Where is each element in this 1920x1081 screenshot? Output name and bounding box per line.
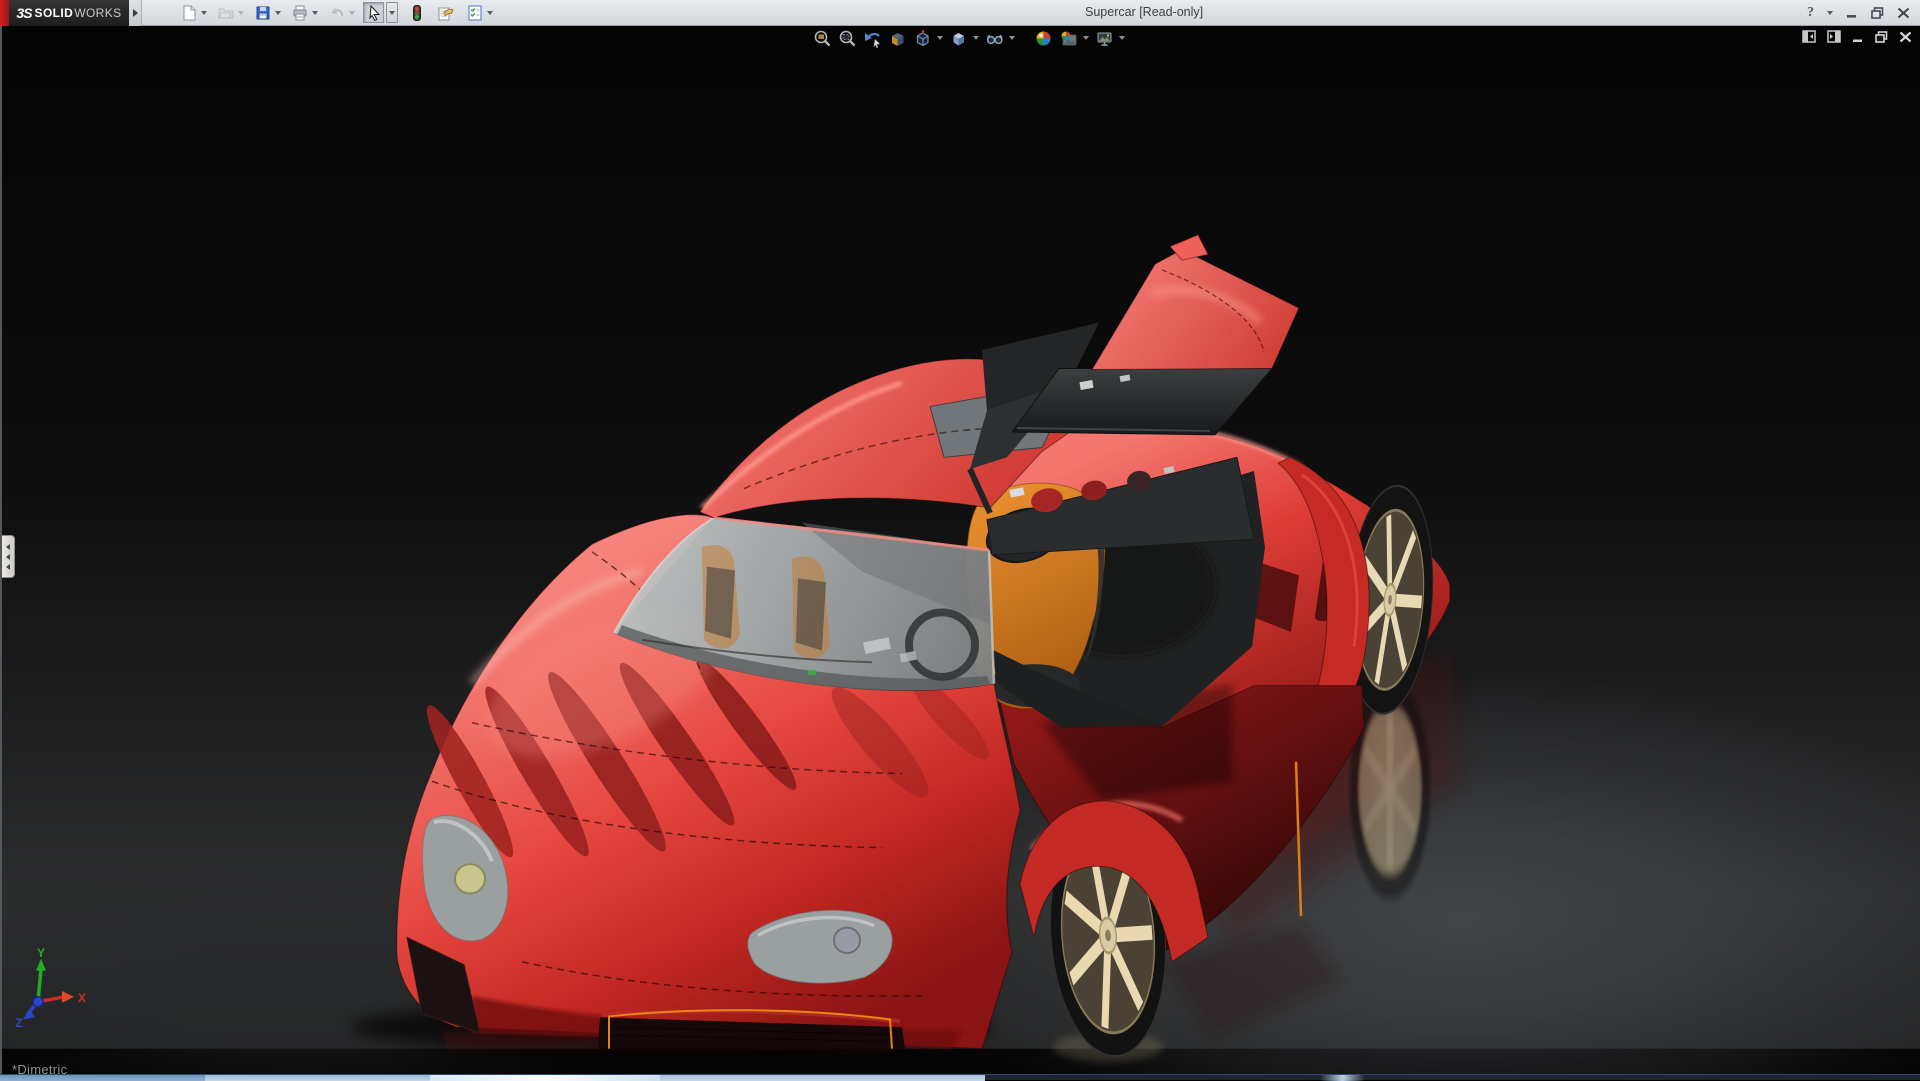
bottom-edge-strip <box>0 1074 1920 1081</box>
previous-view-button[interactable] <box>862 28 882 48</box>
file-properties-icon <box>438 7 454 20</box>
display-style-icon <box>953 32 964 45</box>
view-settings-icon <box>1097 32 1111 46</box>
collapse-arrow-icon <box>6 563 10 570</box>
rebuild-button[interactable] <box>406 2 427 23</box>
appearance-ball-icon <box>1036 31 1050 45</box>
hide-show-items-button[interactable] <box>984 28 1004 48</box>
close-button[interactable] <box>1897 7 1910 19</box>
pane-left-button[interactable] <box>1802 30 1816 43</box>
eyeglasses-icon <box>986 34 1003 44</box>
new-dropdown-arrow[interactable] <box>201 10 207 15</box>
triad-origin <box>32 996 44 1008</box>
triad-z-label: Z <box>15 1016 22 1030</box>
file-properties-button[interactable] <box>435 2 456 23</box>
open-folder-icon <box>217 8 233 18</box>
document-window-controls <box>1802 30 1912 43</box>
collapse-arrow-icon <box>6 543 10 550</box>
supercar-3d-view[interactable]: Y X Z <box>2 26 1920 1074</box>
previous-view-icon <box>864 32 881 48</box>
restore-button[interactable] <box>1871 7 1884 19</box>
zoom-fit-icon <box>814 30 830 46</box>
brand-red-strip <box>0 0 9 26</box>
printer-icon <box>293 5 306 20</box>
view-orientation-button[interactable] <box>912 28 932 48</box>
open-dropdown-arrow[interactable] <box>238 10 244 15</box>
logo-text-light: WORKS <box>74 5 122 20</box>
undo-button[interactable] <box>326 2 347 23</box>
section-view-button[interactable] <box>887 28 907 48</box>
apply-scene-button[interactable] <box>1058 28 1078 48</box>
save-dropdown-arrow[interactable] <box>275 10 281 15</box>
triad-y-label: Y <box>37 946 45 960</box>
triad-x-label: X <box>78 991 86 1005</box>
apply-scene-dropdown-arrow[interactable] <box>1083 36 1089 40</box>
save-button[interactable] <box>252 2 273 23</box>
minimize-button[interactable] <box>1846 7 1858 19</box>
app-window-controls: ? <box>1807 0 1910 26</box>
solidworks-logo: 3S SOLID WORKS <box>9 0 129 26</box>
pane-right-button[interactable] <box>1827 30 1841 43</box>
options-button[interactable] <box>464 2 485 23</box>
zoom-area-icon <box>839 30 855 46</box>
view-settings-button[interactable] <box>1094 28 1114 48</box>
select-cursor-icon <box>368 4 380 21</box>
logo-3s-mark: 3S <box>16 4 32 21</box>
section-view-icon <box>891 32 903 46</box>
view-cube-icon <box>916 29 929 46</box>
menu-flyout-button[interactable] <box>129 0 142 26</box>
select-dropdown-button[interactable] <box>386 2 398 23</box>
graphics-area[interactable]: Y X Z *Dimetric <box>0 26 1920 1077</box>
featuremanager-collapsed-tab[interactable] <box>2 535 15 578</box>
document-restore-button[interactable] <box>1875 30 1888 43</box>
print-dropdown-arrow[interactable] <box>312 10 318 15</box>
display-style-button[interactable] <box>948 28 968 48</box>
view-orientation-dropdown-arrow[interactable] <box>937 36 943 40</box>
heads-up-view-toolbar <box>812 27 1125 49</box>
undo-arrow-icon <box>330 7 343 16</box>
edit-appearance-button[interactable] <box>1033 28 1053 48</box>
zoom-to-area-button[interactable] <box>837 28 857 48</box>
new-document-icon <box>183 5 195 20</box>
help-button[interactable]: ? <box>1807 5 1814 21</box>
title-bar: 3S SOLID WORKS Supercar [Read-only] ? <box>0 0 1920 26</box>
logo-text-bold: SOLID <box>34 5 74 20</box>
traffic-light-icon <box>412 4 421 21</box>
open-button[interactable] <box>215 2 236 23</box>
select-dropdown-arrow <box>389 10 395 15</box>
document-minimize-button[interactable] <box>1852 31 1864 43</box>
hide-show-dropdown-arrow[interactable] <box>1009 36 1015 40</box>
zoom-to-fit-button[interactable] <box>812 28 832 48</box>
view-settings-dropdown-arrow[interactable] <box>1119 36 1125 40</box>
options-dropdown-arrow[interactable] <box>487 10 493 15</box>
document-title: Supercar [Read-only] <box>1085 5 1204 19</box>
display-style-dropdown-arrow[interactable] <box>973 36 979 40</box>
apply-scene-icon <box>1061 31 1076 45</box>
print-button[interactable] <box>289 2 310 23</box>
undo-dropdown-arrow[interactable] <box>349 10 355 15</box>
save-floppy-icon <box>256 6 269 19</box>
select-button[interactable] <box>363 2 384 23</box>
help-dropdown-arrow[interactable] <box>1827 11 1833 15</box>
document-close-button[interactable] <box>1899 31 1912 43</box>
flyout-arrow-icon <box>132 8 138 17</box>
collapse-arrow-icon <box>6 553 10 560</box>
new-document-button[interactable] <box>178 2 199 23</box>
options-checklist-icon <box>468 5 481 20</box>
standard-toolbar <box>178 2 493 23</box>
